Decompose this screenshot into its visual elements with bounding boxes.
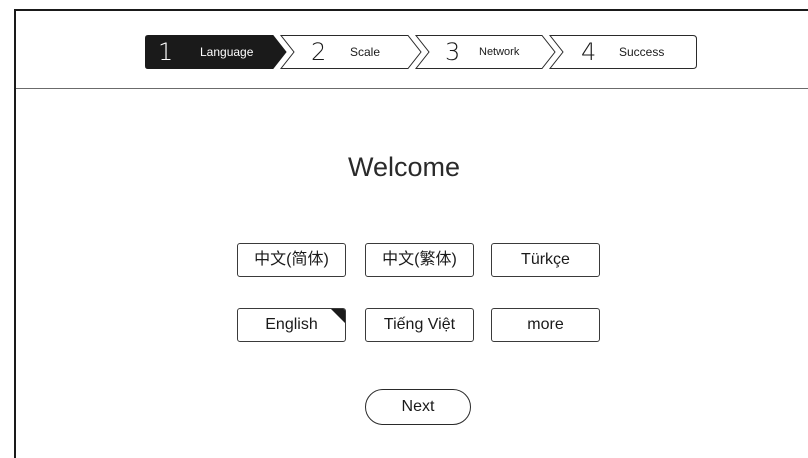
step-number: 1 [158,38,174,66]
page-title: Welcome [347,152,461,182]
language-option-en[interactable]: English [237,308,346,342]
header-divider [16,88,808,89]
language-option-zh-hant[interactable]: 中文(繁体) [365,243,474,277]
language-option-vi[interactable]: Tiếng Việt [365,308,474,342]
language-option-label: Tiếng Việt [383,316,456,333]
language-option-label: 中文(繁体) [382,251,457,268]
language-option-label: more [527,316,564,333]
selected-check-icon [331,309,345,323]
next-button[interactable]: Next [365,389,471,425]
language-option-label: Türkçe [521,251,570,268]
step-label: Success [619,45,665,59]
language-option-more[interactable]: more [491,308,600,342]
language-option-tr[interactable]: Türkçe [491,243,600,277]
step-label: Language [200,45,254,59]
language-option-label: English [265,316,318,333]
next-button-label: Next [401,398,435,415]
language-option-label: 中文(简体) [254,251,329,268]
setup-stepper: 1 Language 2 Scale 3 Network 4 Success [145,35,697,69]
step-label: Scale [350,45,381,59]
step-label: Network [479,46,520,58]
step-number: 2 [311,38,327,66]
step-number: 3 [445,38,461,66]
language-option-zh-hans[interactable]: 中文(简体) [237,243,346,277]
step-number: 4 [581,38,597,66]
